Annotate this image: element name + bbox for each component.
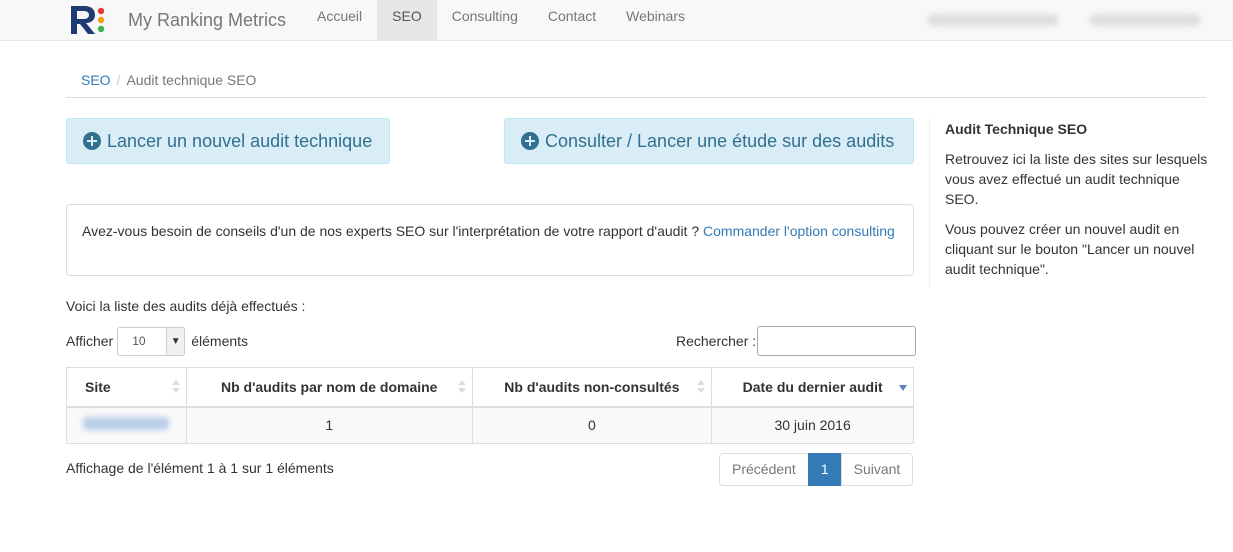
brand-logo-icon: [68, 4, 118, 36]
help-sidebar: Audit Technique SEO Retrouvez ici la lis…: [929, 118, 1209, 288]
sort-icon: [171, 380, 180, 396]
cell-date: 30 juin 2016: [711, 406, 914, 444]
navbar: My Ranking Metrics Accueil SEO Consultin…: [0, 0, 1233, 41]
audit-list-intro: Voici la liste des audits déjà effectués…: [66, 298, 306, 314]
sidebar-paragraph-2: Vous pouvez créer un nouvel audit en cli…: [945, 221, 1195, 277]
consulting-text: Avez-vous besoin de conseils d'un de nos…: [82, 223, 704, 239]
account-menu-blurred: [928, 14, 1058, 26]
pagination-next-button[interactable]: Suivant: [840, 453, 914, 486]
pagination-previous-button[interactable]: Précédent: [719, 453, 809, 486]
cell-non-consultes: 0: [471, 406, 713, 444]
column-header-date[interactable]: Date du dernier audit: [711, 367, 914, 408]
sidebar-title: Audit Technique SEO: [945, 121, 1088, 137]
length-select[interactable]: 10 ▼: [117, 326, 186, 356]
length-label-after: éléments: [191, 333, 249, 349]
plus-circle-icon: [83, 132, 101, 150]
consulting-link[interactable]: Commander l'option consulting: [703, 223, 895, 239]
account-menu[interactable]: [928, 0, 1058, 40]
table-info: Affichage de l'élément 1 à 1 sur 1 éléme…: [66, 460, 334, 476]
user-menu[interactable]: [1090, 0, 1200, 40]
sidebar-paragraph-1: Retrouvez ici la liste des sites sur les…: [945, 151, 1208, 207]
user-menu-blurred: [1090, 14, 1200, 26]
nav-item-consulting[interactable]: Consulting: [437, 0, 533, 40]
table-length-control: Afficher 10 ▼ éléments: [66, 326, 248, 356]
chevron-down-icon: ▼: [166, 327, 185, 355]
nav-item-webinars[interactable]: Webinars: [611, 0, 700, 40]
study-audits-button[interactable]: Consulter / Lancer une étude sur des aud…: [504, 118, 914, 164]
length-label-before: Afficher: [66, 333, 114, 349]
search-input[interactable]: [757, 326, 917, 356]
table-row: 1 0 30 juin 2016: [66, 406, 914, 444]
audits-table: Site Nb d'audits par nom de domaine Nb d…: [66, 367, 914, 444]
nav-item-seo[interactable]: SEO: [377, 0, 437, 40]
brand-name: My Ranking Metrics: [128, 9, 287, 30]
nav-item-contact[interactable]: Contact: [533, 0, 611, 40]
pagination: Précédent 1 Suivant: [719, 453, 914, 486]
site-link-blurred[interactable]: [83, 417, 170, 431]
sort-icon: [697, 380, 706, 396]
sort-desc-icon: [899, 385, 907, 391]
breadcrumb-separator: /: [116, 72, 121, 88]
consulting-panel: Avez-vous besoin de conseils d'un de nos…: [66, 204, 914, 276]
nav-item-accueil[interactable]: Accueil: [302, 0, 377, 40]
column-header-non-consultes[interactable]: Nb d'audits non-consultés: [471, 367, 713, 408]
cell-site[interactable]: [66, 406, 187, 444]
breadcrumb-seo-link[interactable]: SEO: [81, 72, 111, 88]
breadcrumb: SEO / Audit technique SEO: [66, 62, 1206, 98]
search-label: Rechercher :: [676, 333, 757, 349]
new-audit-button[interactable]: Lancer un nouvel audit technique: [66, 118, 390, 164]
main-nav: Accueil SEO Consulting Contact Webinars: [302, 0, 700, 40]
plus-circle-icon: [521, 132, 539, 150]
column-header-site[interactable]: Site: [66, 367, 187, 408]
table-search-control: Rechercher :: [676, 326, 917, 356]
length-select-value: 10: [132, 333, 146, 348]
column-header-nb-audits[interactable]: Nb d'audits par nom de domaine: [185, 367, 473, 408]
cell-nb-audits: 1: [185, 406, 473, 444]
brand-link[interactable]: My Ranking Metrics: [68, 0, 286, 40]
sort-icon: [457, 380, 466, 396]
breadcrumb-current: Audit technique SEO: [126, 72, 257, 88]
pagination-page-1[interactable]: 1: [807, 453, 842, 486]
new-audit-label: Lancer un nouvel audit technique: [107, 130, 373, 151]
study-audits-label: Consulter / Lancer une étude sur des aud…: [545, 130, 895, 151]
